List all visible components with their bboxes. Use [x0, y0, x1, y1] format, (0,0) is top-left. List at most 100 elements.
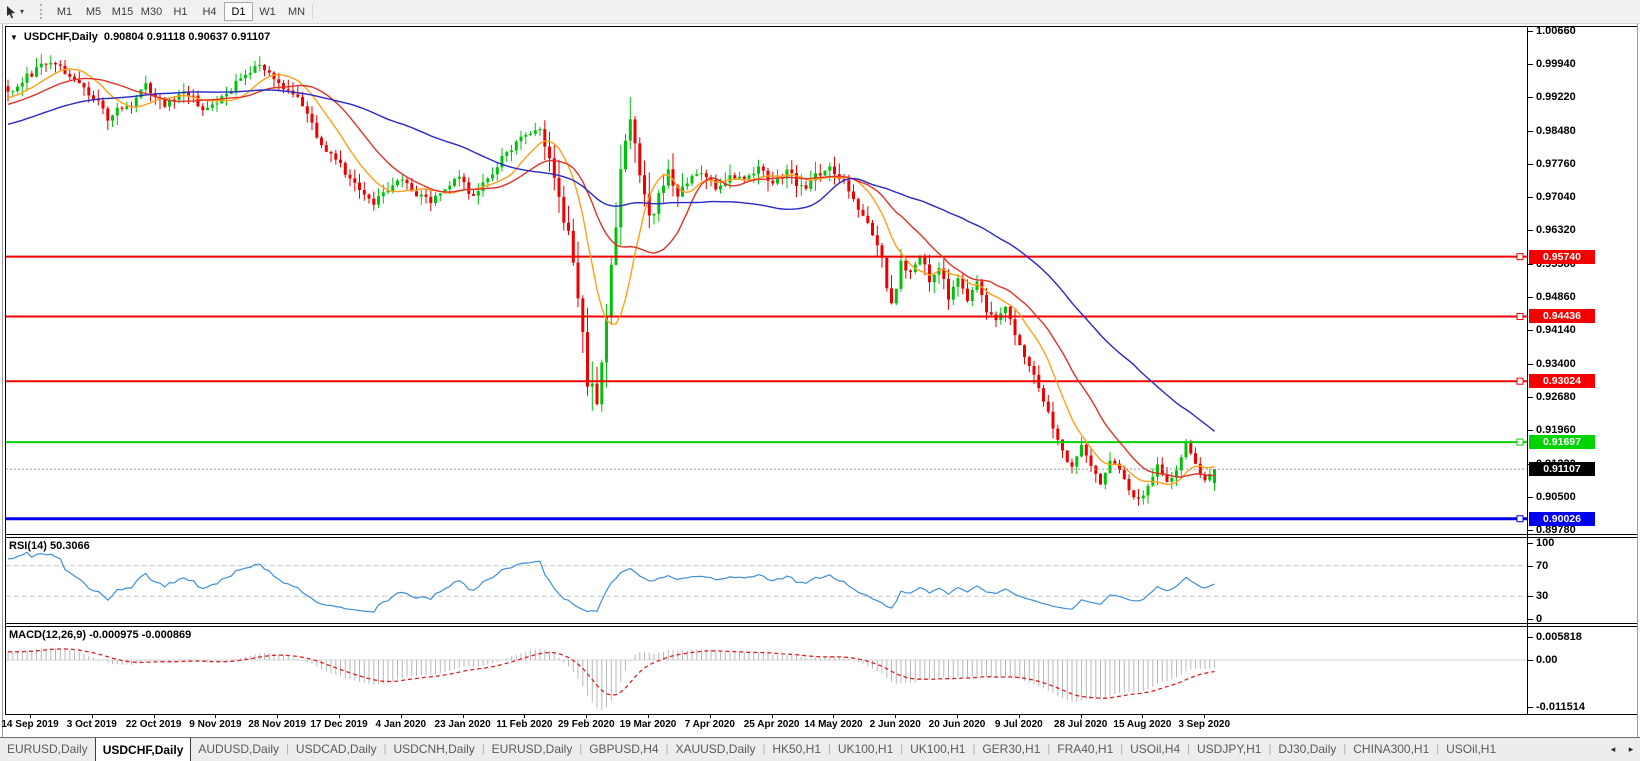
chart-tab-eurusd-daily[interactable]: EURUSD,Daily — [485, 738, 580, 761]
date-label: 22 Oct 2019 — [126, 719, 182, 730]
tabs-scroll-left-icon[interactable]: ◂ — [1604, 738, 1622, 761]
macd-tick-mark — [1527, 707, 1533, 708]
chart-tab-audusd-daily[interactable]: AUDUSD,Daily — [191, 738, 286, 761]
chart-tab-usdcad-daily[interactable]: USDCAD,Daily — [289, 738, 384, 761]
chart-tab-gbpusd-h4[interactable]: GBPUSD,H4 — [582, 738, 665, 761]
chart-tab-usdjpy-h1[interactable]: USDJPY,H1 — [1190, 738, 1268, 761]
chart-tab-uk100-h1[interactable]: UK100,H1 — [831, 738, 900, 761]
date-tick-mark — [277, 714, 278, 718]
price-tick-mark — [1527, 364, 1533, 365]
date-tick-mark — [339, 714, 340, 718]
date-label: 7 Apr 2020 — [685, 719, 735, 730]
price-tick-mark — [1527, 164, 1533, 165]
date-tick-mark — [710, 714, 711, 718]
price-tick-label: 0.98480 — [1536, 125, 1576, 137]
macd-tick-label: -0.011514 — [1536, 701, 1585, 713]
price-tick-label: 1.00660 — [1536, 25, 1576, 37]
price-tick-mark — [1527, 497, 1533, 498]
price-tick-mark — [1527, 31, 1533, 32]
date-tick-mark — [1204, 714, 1205, 718]
chart-title-marker-icon[interactable]: ▼ — [10, 33, 18, 42]
date-tick-mark — [648, 714, 649, 718]
price-tick-mark — [1527, 297, 1533, 298]
price-tick-mark — [1527, 131, 1533, 132]
date-tick-mark — [92, 714, 93, 718]
date-label: 3 Oct 2019 — [67, 719, 117, 730]
rsi-tick-mark — [1527, 596, 1533, 597]
rsi-indicator-label: RSI(14) 50.3066 — [9, 540, 90, 552]
rsi-tick-label: 70 — [1536, 560, 1548, 572]
price-tick-mark — [1527, 397, 1533, 398]
rsi-name: RSI(14) — [9, 540, 47, 552]
price-tick-label: 0.99940 — [1536, 58, 1576, 70]
rsi-tick-mark — [1527, 566, 1533, 567]
price-tick-label: 0.99220 — [1536, 91, 1576, 103]
price-tick-label: 0.92680 — [1536, 391, 1576, 403]
date-label: 28 Jul 2020 — [1054, 719, 1107, 730]
chart-tab-uk100-h1[interactable]: UK100,H1 — [903, 738, 972, 761]
chart-ohlc-values: 0.90804 0.91118 0.90637 0.91107 — [104, 31, 270, 43]
chart-tab-usdcnh-daily[interactable]: USDCNH,Daily — [386, 738, 481, 761]
rsi-tick-mark — [1527, 543, 1533, 544]
chart-tab-dj30-daily[interactable]: DJ30,Daily — [1271, 738, 1343, 761]
date-tick-mark — [524, 714, 525, 718]
date-label: 17 Dec 2019 — [310, 719, 367, 730]
rsi-tick-label: 0 — [1536, 613, 1542, 625]
date-label: 2 Jun 2020 — [870, 719, 921, 730]
tabs-scroll-right-icon[interactable]: ▸ — [1622, 738, 1640, 761]
chart-tab-xauusd-daily[interactable]: XAUUSD,Daily — [668, 738, 762, 761]
date-label: 28 Nov 2019 — [248, 719, 306, 730]
chart-plot-area[interactable] — [0, 0, 1640, 761]
price-tick-mark — [1527, 64, 1533, 65]
date-tick-mark — [215, 714, 216, 718]
date-tick-mark — [895, 714, 896, 718]
macd-values: -0.000975 -0.000869 — [89, 629, 191, 641]
date-tick-mark — [154, 714, 155, 718]
level-price-badge[interactable]: 0.93024 — [1529, 374, 1595, 388]
macd-tick-mark — [1527, 637, 1533, 638]
chart-tab-usoil-h4[interactable]: USOil,H4 — [1123, 738, 1187, 761]
date-label: 25 Apr 2020 — [744, 719, 800, 730]
macd-indicator-label: MACD(12,26,9) -0.000975 -0.000869 — [9, 629, 191, 641]
price-tick-label: 0.93400 — [1536, 358, 1576, 370]
level-price-badge[interactable]: 0.95740 — [1529, 250, 1595, 264]
price-tick-label: 0.97760 — [1536, 158, 1576, 170]
price-tick-mark — [1527, 197, 1533, 198]
chart-tab-hk50-h1[interactable]: HK50,H1 — [765, 738, 828, 761]
chart-tab-usoil-h1[interactable]: USOil,H1 — [1439, 738, 1503, 761]
price-tick-mark — [1527, 430, 1533, 431]
date-tick-mark — [957, 714, 958, 718]
date-label: 14 Sep 2019 — [1, 719, 58, 730]
level-price-badge[interactable]: 0.91697 — [1529, 435, 1595, 449]
date-label: 20 Jun 2020 — [929, 719, 986, 730]
mt4-terminal: ▾ M1M5M15M30H1H4D1W1MN ▼ USDCHF,Daily 0.… — [0, 0, 1640, 761]
chart-tab-ger30-h1[interactable]: GER30,H1 — [975, 738, 1047, 761]
chart-symbol-label: USDCHF,Daily — [24, 31, 98, 43]
level-price-badge[interactable]: 0.90026 — [1529, 512, 1595, 526]
date-tick-mark — [772, 714, 773, 718]
date-label: 4 Jan 2020 — [375, 719, 426, 730]
chart-tab-bar: EURUSD,DailyUSDCHF,DailyAUDUSD,Daily|USD… — [0, 737, 1640, 761]
macd-name: MACD(12,26,9) — [9, 629, 86, 641]
level-price-badge[interactable]: 0.94436 — [1529, 309, 1595, 323]
chart-tab-usdchf-daily[interactable]: USDCHF,Daily — [95, 738, 192, 761]
price-tick-mark — [1527, 230, 1533, 231]
price-tick-label: 0.96320 — [1536, 224, 1576, 236]
date-tick-mark — [1019, 714, 1020, 718]
price-tick-mark — [1527, 330, 1533, 331]
chart-tab-fra40-h1[interactable]: FRA40,H1 — [1050, 738, 1120, 761]
rsi-value: 50.3066 — [50, 540, 90, 552]
price-tick-label: 0.89780 — [1536, 524, 1576, 536]
chart-tab-eurusd-daily[interactable]: EURUSD,Daily — [0, 738, 95, 761]
rsi-tick-label: 30 — [1536, 590, 1548, 602]
date-label: 11 Feb 2020 — [496, 719, 552, 730]
date-tick-mark — [1081, 714, 1082, 718]
date-label: 29 Feb 2020 — [558, 719, 615, 730]
date-label: 23 Jan 2020 — [435, 719, 491, 730]
chart-tab-china300-h1[interactable]: CHINA300,H1 — [1346, 738, 1436, 761]
date-label: 3 Sep 2020 — [1178, 719, 1230, 730]
date-label: 19 Mar 2020 — [620, 719, 677, 730]
date-tick-mark — [586, 714, 587, 718]
date-label: 9 Nov 2019 — [189, 719, 241, 730]
rsi-tick-label: 100 — [1536, 537, 1554, 549]
